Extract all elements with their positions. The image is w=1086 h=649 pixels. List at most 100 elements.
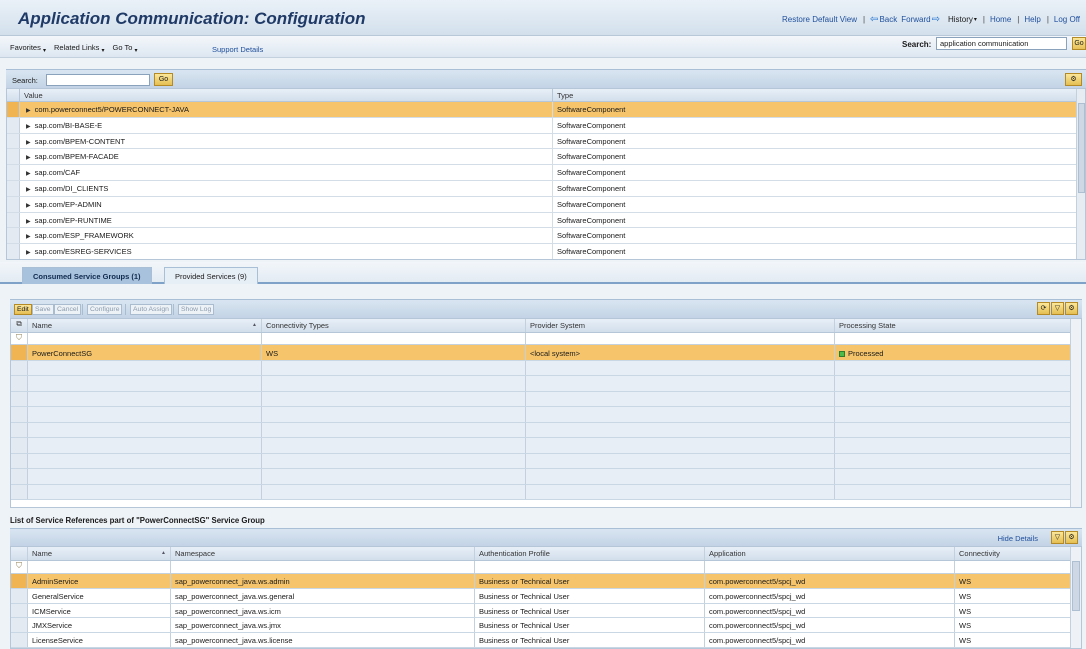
row-selector[interactable]	[11, 407, 28, 422]
back-link[interactable]: Back	[879, 15, 897, 24]
table-row[interactable]: PowerConnectSG WS <local system> Processed	[11, 345, 1081, 361]
sort-ascending-icon[interactable]: ▲	[161, 550, 166, 556]
filter-icon[interactable]: ⛉	[11, 561, 28, 573]
component-search-go-button[interactable]: Go	[154, 73, 173, 86]
table-row[interactable]: ▶ sap.com/BPEM-FACADE SoftwareComponent	[7, 149, 1085, 166]
filter-icon[interactable]: ⛉	[11, 333, 28, 344]
tab-provided-services[interactable]: Provided Services (9)	[164, 267, 258, 284]
expand-arrow-icon[interactable]: ▶	[26, 171, 31, 177]
table-settings-icon[interactable]: ⚙	[1065, 531, 1078, 544]
cancel-button[interactable]: Cancel	[54, 304, 82, 315]
row-selector[interactable]	[11, 588, 28, 603]
column-header-authentication-profile[interactable]: Authentication Profile	[475, 547, 705, 560]
filter-cell[interactable]	[526, 333, 835, 344]
restore-default-view-link[interactable]: Restore Default View	[782, 15, 857, 24]
goto-menu[interactable]: Go To ▾	[113, 43, 138, 54]
row-selector[interactable]	[7, 212, 20, 228]
help-link[interactable]: Help	[1024, 15, 1040, 24]
column-header-name[interactable]: Name ▲	[28, 319, 262, 332]
tab-consumed-service-groups[interactable]: Consumed Service Groups (1)	[22, 267, 152, 284]
filter-cell[interactable]	[28, 333, 262, 344]
save-button[interactable]: Save	[32, 304, 54, 315]
select-all-cell[interactable]	[11, 547, 28, 560]
support-details-link[interactable]: Support Details	[212, 45, 263, 54]
table-row[interactable]: ▶ sap.com/ESREG-SERVICES SoftwareComponent	[7, 244, 1085, 259]
filter-cell[interactable]	[171, 561, 475, 573]
home-link[interactable]: Home	[990, 15, 1011, 24]
column-header-application[interactable]: Application	[705, 547, 955, 560]
configure-button[interactable]: Configure	[87, 304, 123, 315]
table-row[interactable]: GeneralService sap_powerconnect_java.ws.g…	[11, 588, 1081, 604]
row-selector[interactable]	[7, 102, 20, 117]
column-header-value[interactable]: Value	[20, 89, 553, 101]
edit-button[interactable]: Edit	[14, 304, 32, 315]
scrollbar-thumb[interactable]	[1072, 561, 1080, 611]
table-row[interactable]: JMXService sap_powerconnect_java.ws.jmx Bu…	[11, 618, 1081, 634]
expand-arrow-icon[interactable]: ▶	[26, 187, 31, 193]
row-selector[interactable]	[7, 133, 20, 149]
forward-arrow-icon[interactable]: ⇨	[932, 14, 940, 25]
column-header-processing-state[interactable]: Processing State	[835, 319, 1081, 332]
row-selector[interactable]	[11, 422, 28, 437]
sort-ascending-icon[interactable]: ▲	[252, 322, 257, 328]
table-row[interactable]: AdminService sap_powerconnect_java.ws.adm…	[11, 574, 1081, 589]
row-selector[interactable]	[7, 244, 20, 259]
table-row[interactable]: ▶ com.powerconnect5/POWERCONNECT-JAVA Soft…	[7, 102, 1085, 118]
filter-cell[interactable]	[262, 333, 526, 344]
expand-arrow-icon[interactable]: ▶	[26, 219, 31, 225]
expand-arrow-icon[interactable]: ▶	[26, 234, 31, 240]
component-search-input[interactable]	[46, 74, 150, 86]
hide-details-link[interactable]: Hide Details	[998, 534, 1038, 543]
row-selector[interactable]	[11, 345, 28, 360]
expand-arrow-icon[interactable]: ▶	[26, 140, 31, 146]
scrollbar-thumb[interactable]	[1078, 103, 1085, 193]
forward-link[interactable]: Forward	[901, 15, 930, 24]
favorites-menu[interactable]: Favorites ▾	[10, 43, 46, 54]
expand-arrow-icon[interactable]: ▶	[26, 124, 31, 130]
select-all-cell[interactable]	[7, 89, 20, 101]
search-go-button[interactable]: Go	[1072, 37, 1086, 50]
table-row[interactable]: ICMService sap_powerconnect_java.ws.icm Bu…	[11, 603, 1081, 619]
row-selector[interactable]	[11, 633, 28, 647]
table-row[interactable]: ▶ sap.com/BPEM-CONTENT SoftwareComponent	[7, 133, 1085, 150]
related-links-menu[interactable]: Related Links ▾	[54, 43, 105, 54]
filter-cell[interactable]	[28, 561, 171, 573]
vertical-scrollbar[interactable]	[1070, 319, 1081, 507]
table-row[interactable]: ▶ sap.com/BI-BASE-E SoftwareComponent	[7, 117, 1085, 134]
table-row[interactable]: ▶ sap.com/DI_CLIENTS SoftwareComponent	[7, 180, 1085, 197]
row-selector[interactable]	[11, 603, 28, 618]
column-header-provider-system[interactable]: Provider System	[526, 319, 835, 332]
row-selector[interactable]	[11, 618, 28, 633]
filter-cell[interactable]	[955, 561, 1081, 573]
table-row[interactable]: ▶ sap.com/CAF SoftwareComponent	[7, 165, 1085, 181]
table-row[interactable]: LicenseService sap_powerconnect_java.ws.l…	[11, 633, 1081, 648]
column-header-name[interactable]: Name ▲	[28, 547, 171, 560]
expand-arrow-icon[interactable]: ▶	[26, 250, 31, 256]
table-row[interactable]: ▶ sap.com/ESP_FRAMEWORK SoftwareComponent	[7, 228, 1085, 245]
filter-cell[interactable]	[475, 561, 705, 573]
expand-arrow-icon[interactable]: ▶	[26, 203, 31, 209]
expand-arrow-icon[interactable]: ▶	[26, 108, 31, 114]
refresh-icon[interactable]: ⟳	[1037, 302, 1050, 315]
logoff-link[interactable]: Log Off	[1054, 15, 1080, 24]
row-selector[interactable]	[7, 180, 20, 196]
row-selector[interactable]	[11, 574, 28, 588]
filter-cell[interactable]	[835, 333, 1081, 344]
auto-assign-button[interactable]: Auto Assign	[130, 304, 172, 315]
global-search-input[interactable]	[936, 37, 1067, 50]
row-selector[interactable]	[7, 149, 20, 165]
table-settings-icon[interactable]: ⚙	[1065, 302, 1078, 315]
row-selector[interactable]	[11, 360, 28, 375]
show-log-button[interactable]: Show Log	[178, 304, 215, 315]
column-header-connectivity[interactable]: Connectivity	[955, 547, 1081, 560]
vertical-scrollbar[interactable]	[1076, 89, 1085, 259]
select-menu-icon[interactable]: ⧉	[11, 319, 28, 332]
table-settings-icon[interactable]: ⚙	[1065, 73, 1082, 86]
row-selector[interactable]	[7, 196, 20, 212]
column-header-type[interactable]: Type	[553, 89, 1085, 101]
chevron-down-icon[interactable]: ▾	[974, 16, 977, 23]
row-selector[interactable]	[7, 117, 20, 133]
row-selector[interactable]	[11, 453, 28, 468]
row-selector[interactable]	[11, 376, 28, 391]
column-header-connectivity-types[interactable]: Connectivity Types	[262, 319, 526, 332]
